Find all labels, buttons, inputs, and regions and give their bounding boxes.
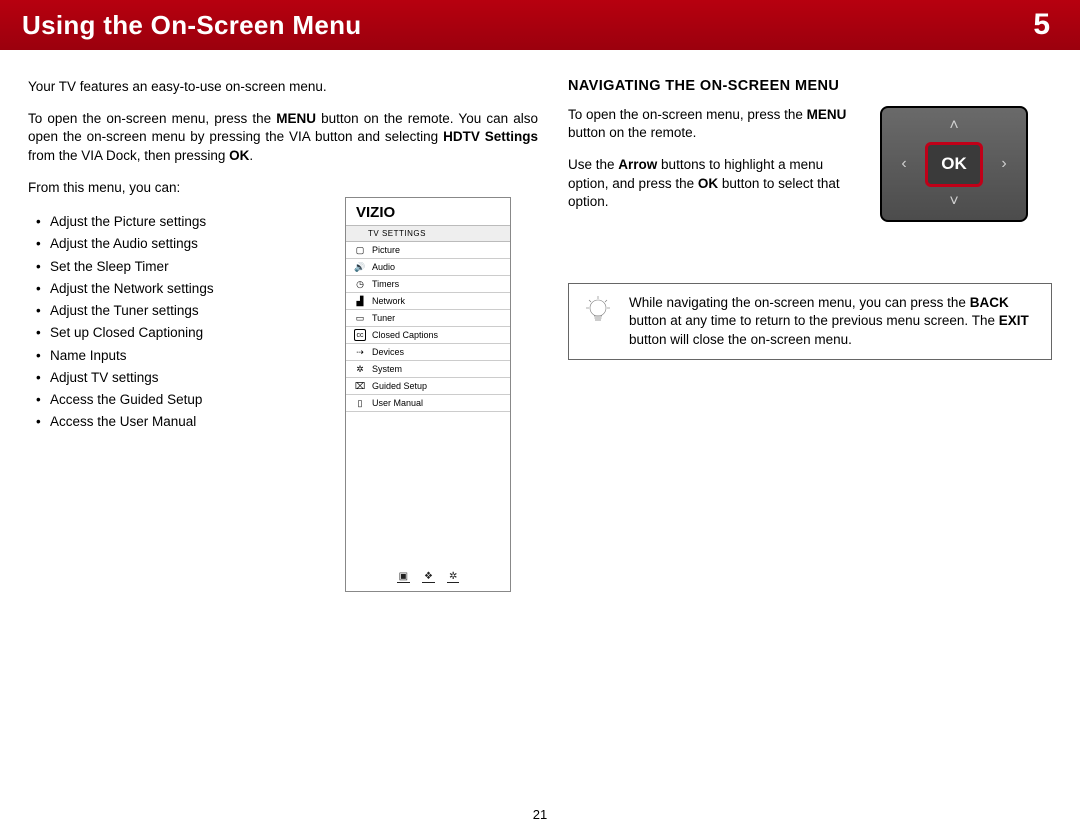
arrow-left-icon: ‹ [892,152,916,176]
hdtv-settings-bold: HDTV Settings [443,129,538,144]
text: . [249,148,253,163]
exit-bold: EXIT [999,313,1029,328]
row-label: System [372,364,402,374]
network-icon: ▟ [354,295,366,307]
row-label: User Manual [372,398,423,408]
navigate-text: To open the on-screen menu, press the ME… [568,106,858,225]
page: Using the On-Screen Menu 5 Your TV featu… [0,0,1080,834]
manual-icon: ▯ [354,397,366,409]
arrow-bold: Arrow [618,157,657,172]
gear-icon: ✲ [447,571,459,583]
remote-dpad: ˄ ˅ ‹ › OK [880,106,1028,222]
row-label: Closed Captions [372,330,438,340]
panel-subhead: TV SETTINGS [346,225,510,242]
text: button will close the on-screen menu. [629,332,852,347]
text: button on the remote. [568,125,696,140]
system-icon: ✲ [354,363,366,375]
via-icon: ❖ [422,571,435,583]
row-label: Picture [372,245,400,255]
cc-icon: cc [354,329,366,341]
menu-row-network: ▟ Network [346,293,510,310]
arrow-up-icon: ˄ [942,114,966,138]
content: Your TV features an easy-to-use on-scree… [0,50,1080,434]
arrow-right-icon: › [992,152,1016,176]
row-label: Audio [372,262,395,272]
back-bold: BACK [970,295,1009,310]
guided-setup-icon: ⌧ [354,380,366,392]
menu-row-guided: ⌧ Guided Setup [346,378,510,395]
right-column: NAVIGATING THE ON-SCREEN MENU To open th… [568,78,1052,434]
from-this-menu: From this menu, you can: [28,179,538,197]
row-label: Network [372,296,405,306]
tv-settings-panel: VIZIO TV SETTINGS ▢ Picture 🔊 Audio ◷ Timer… [345,197,511,592]
wide-icon: ▣ [397,571,410,583]
text: Use the [568,157,618,172]
text: While navigating the on-screen menu, you… [629,295,970,310]
open-menu-paragraph: To open the on-screen menu, press the ME… [28,110,538,165]
section-heading: NAVIGATING THE ON-SCREEN MENU [568,78,1052,94]
ok-button: OK [925,142,983,187]
menu-bold: MENU [807,107,847,122]
row-label: Guided Setup [372,381,427,391]
lightbulb-icon [581,294,615,328]
menu-row-devices: ⇢ Devices [346,344,510,361]
page-number: 21 [0,807,1080,822]
nav-p1: To open the on-screen menu, press the ME… [568,106,858,142]
tip-text: While navigating the on-screen menu, you… [629,294,1039,349]
row-label: Timers [372,279,399,289]
panel-bottom-icons: ▣ ❖ ✲ [346,571,510,583]
row-label: Devices [372,347,404,357]
chapter-title: Using the On-Screen Menu [22,10,361,41]
menu-row-tuner: ▭ Tuner [346,310,510,327]
menu-row-cc: cc Closed Captions [346,327,510,344]
menu-row-audio: 🔊 Audio [346,259,510,276]
audio-icon: 🔊 [354,261,366,273]
menu-bold: MENU [276,111,316,126]
text: button at any time to return to the prev… [629,313,999,328]
tip-box: While navigating the on-screen menu, you… [568,283,1052,360]
tuner-icon: ▭ [354,312,366,324]
menu-row-system: ✲ System [346,361,510,378]
picture-icon: ▢ [354,244,366,256]
chapter-header: Using the On-Screen Menu 5 [0,0,1080,50]
text: from the VIA Dock, then pressing [28,148,229,163]
menu-row-picture: ▢ Picture [346,242,510,259]
chapter-number: 5 [1033,8,1050,42]
menu-row-manual: ▯ User Manual [346,395,510,412]
menu-row-timers: ◷ Timers [346,276,510,293]
ok-bold: OK [229,148,249,163]
devices-icon: ⇢ [354,346,366,358]
ok-bold: OK [698,176,718,191]
text: To open the on-screen menu, press the [28,111,276,126]
arrow-down-icon: ˅ [942,190,966,214]
row-label: Tuner [372,313,395,323]
text: To open the on-screen menu, press the [568,107,807,122]
intro-paragraph: Your TV features an easy-to-use on-scree… [28,78,538,96]
timers-icon: ◷ [354,278,366,290]
brand-logo: VIZIO [346,198,510,225]
nav-p2: Use the Arrow buttons to highlight a men… [568,156,858,211]
navigate-block: To open the on-screen menu, press the ME… [568,106,1052,225]
